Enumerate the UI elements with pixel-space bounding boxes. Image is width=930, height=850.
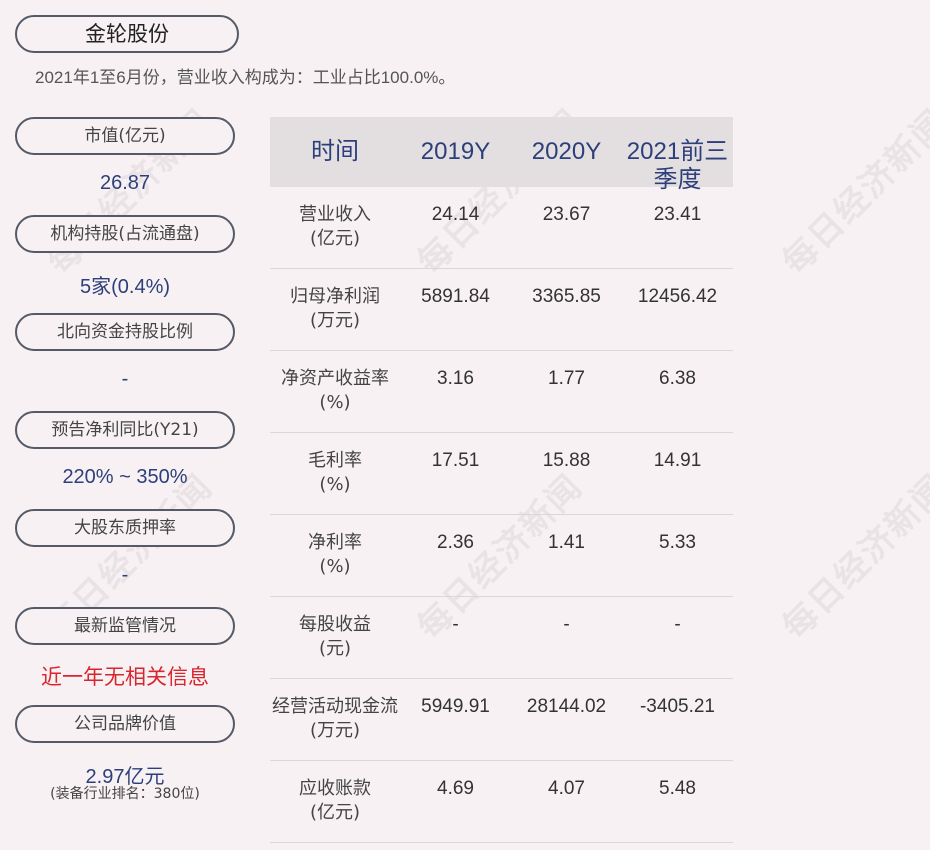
- cell-value: 3365.85: [532, 286, 601, 307]
- row-label: 应收账款 (亿元): [299, 778, 371, 823]
- table-row: 归母净利润 (万元) 5891.84 3365.85 12456.42: [270, 269, 733, 351]
- profit-forecast-value: 220% ~ 350%: [62, 466, 188, 488]
- cell-value: 5891.84: [421, 286, 490, 307]
- table-row: 营业收入 (亿元) 24.14 23.67 23.41: [270, 187, 733, 269]
- table-row: 净利率 (%) 2.36 1.41 5.33: [270, 515, 733, 597]
- table-row: 净资产收益率 (%) 3.16 1.77 6.38: [270, 351, 733, 433]
- row-label: 净资产收益率 (%): [281, 368, 389, 413]
- institutional-holding-value: 5家(0.4%): [79, 276, 171, 298]
- watermark: 每日经济新闻: [774, 466, 930, 648]
- cell-value: -: [674, 614, 681, 635]
- northbound-holding-label: 北向资金持股比例: [15, 313, 235, 351]
- row-label: 经营活动现金流 (万元): [272, 696, 398, 741]
- institutional-holding-label: 机构持股(占流通盘): [15, 215, 235, 253]
- cell-value: 28144.02: [526, 696, 607, 717]
- cell-value: 5.33: [659, 532, 696, 553]
- table-header: 时间 2019Y 2020Y 2021前三季度: [270, 117, 733, 193]
- regulatory-status-value: 近一年无相关信息: [41, 666, 209, 689]
- cell-value: 1.41: [548, 532, 585, 553]
- header-2019: 2019Y: [420, 138, 491, 165]
- cell-value: 5949.91: [421, 696, 490, 717]
- cell-value: 17.51: [431, 450, 480, 471]
- header-time: 时间: [311, 138, 359, 165]
- watermark: 每日经济新闻: [774, 101, 930, 283]
- cell-value: 1.77: [548, 368, 585, 389]
- pledge-ratio-label: 大股东质押率: [15, 509, 235, 547]
- row-label: 归母净利润 (万元): [290, 286, 380, 331]
- pledge-ratio-value: -: [121, 564, 129, 586]
- brand-rank-note: (装备行业排名：380位): [50, 786, 200, 802]
- table-row: 毛利率 (%) 17.51 15.88 14.91: [270, 433, 733, 515]
- cell-value: 12456.42: [637, 286, 718, 307]
- row-label: 每股收益 (元): [299, 614, 371, 659]
- row-label: 营业收入 (亿元): [299, 204, 371, 249]
- northbound-holding-value: -: [121, 368, 129, 390]
- cell-value: 3.16: [437, 368, 474, 389]
- revenue-composition-note: 2021年1至6月份，营业收入构成为：工业占比100.0%。: [35, 68, 456, 87]
- cell-value: 23.67: [542, 204, 591, 225]
- cell-value: 24.14: [431, 204, 480, 225]
- company-name: 金轮股份: [15, 15, 239, 53]
- profit-forecast-label: 预告净利同比(Y21): [15, 411, 235, 449]
- row-label: 毛利率 (%): [308, 450, 362, 495]
- table-row: 应收账款 (亿元) 4.69 4.07 5.48: [270, 761, 733, 843]
- market-cap-value: 26.87: [99, 172, 151, 194]
- cell-value: 5.48: [659, 778, 696, 799]
- header-2020: 2020Y: [531, 138, 602, 165]
- row-label: 净利率 (%): [308, 532, 362, 577]
- cell-value: -: [452, 614, 459, 635]
- financial-table: 时间 2019Y 2020Y 2021前三季度 营业收入 (亿元) 24.14 2…: [270, 117, 733, 843]
- cell-value: -3405.21: [639, 696, 715, 717]
- table-row: 每股收益 (元) - - -: [270, 597, 733, 679]
- table-row: 经营活动现金流 (万元) 5949.91 28144.02 -3405.21: [270, 679, 733, 761]
- brand-value-label: 公司品牌价值: [15, 705, 235, 743]
- cell-value: 2.36: [437, 532, 474, 553]
- cell-value: 4.07: [548, 778, 585, 799]
- header-2021q3: 2021前三季度: [626, 138, 729, 193]
- cell-value: 6.38: [659, 368, 696, 389]
- cell-value: 4.69: [437, 778, 474, 799]
- cell-value: 23.41: [653, 204, 702, 225]
- cell-value: -: [563, 614, 570, 635]
- cell-value: 15.88: [542, 450, 591, 471]
- market-cap-label: 市值(亿元): [15, 117, 235, 155]
- cell-value: 14.91: [653, 450, 702, 471]
- regulatory-status-label: 最新监管情况: [15, 607, 235, 645]
